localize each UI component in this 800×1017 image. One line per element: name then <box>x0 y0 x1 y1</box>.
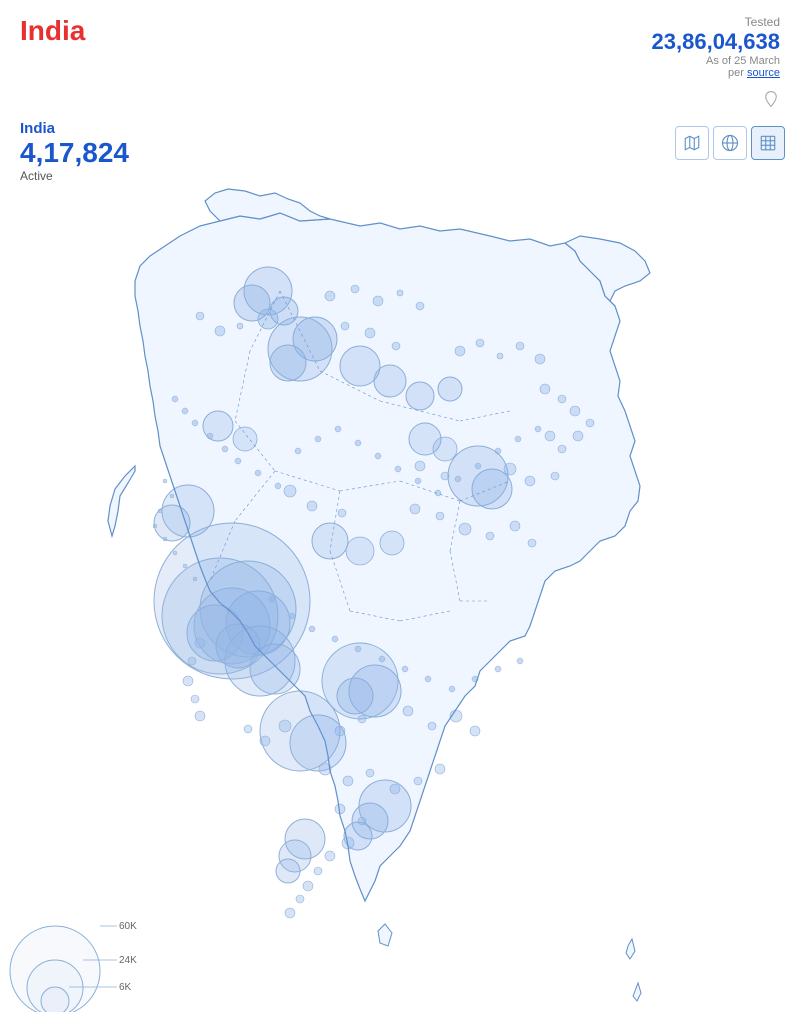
map-icon <box>683 134 701 152</box>
stats-number: 4,17,824 <box>20 137 129 169</box>
table-view-button[interactable] <box>751 126 785 160</box>
pin-icon <box>762 90 780 108</box>
source-link[interactable]: source <box>747 67 780 79</box>
tested-value: 23,86,04,638 <box>652 29 780 55</box>
table-icon <box>759 134 777 152</box>
tested-label: Tested <box>652 15 780 29</box>
map-view-button[interactable] <box>675 126 709 160</box>
legend-6k: 6K <box>119 982 132 993</box>
globe-view-button[interactable] <box>713 126 747 160</box>
globe-icon <box>721 134 739 152</box>
map-container: 60K 24K 6K <box>0 170 800 1012</box>
tested-block: Tested 23,86,04,638 As of 25 March per s… <box>652 15 780 79</box>
stats-country: India <box>20 120 129 137</box>
country-title: India <box>20 15 85 47</box>
pin-area[interactable] <box>762 90 780 113</box>
tested-date: As of 25 March <box>652 55 780 67</box>
header: India Tested 23,86,04,638 As of 25 March… <box>0 15 800 79</box>
legend-24k: 24K <box>119 955 137 966</box>
view-toggles <box>675 126 785 160</box>
india-map-svg: 60K 24K 6K <box>0 170 800 1012</box>
legend-60k: 60K <box>119 921 137 932</box>
legend-group: 60K 24K 6K <box>10 921 137 1012</box>
tested-source: per source <box>652 67 780 79</box>
